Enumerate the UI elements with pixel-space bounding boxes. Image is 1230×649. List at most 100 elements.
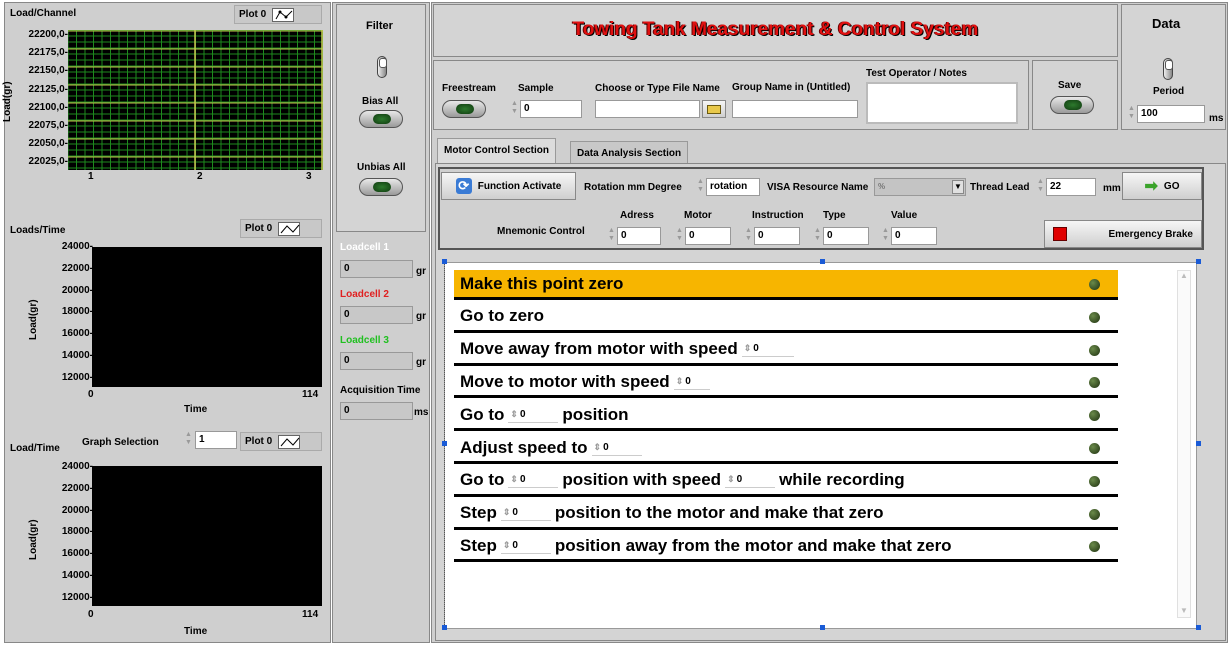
graph-selection-input[interactable]: 1	[195, 431, 237, 449]
load-time-plot-legend[interactable]: Plot 0	[240, 432, 322, 451]
status-led-icon[interactable]	[1089, 475, 1100, 487]
spinner-icon[interactable]: ⇕	[510, 474, 518, 484]
sample-spinner[interactable]: ▲ ▼	[510, 100, 519, 118]
loads-time-graph[interactable]	[92, 247, 322, 387]
filter-toggle[interactable]	[377, 56, 387, 78]
group-name-input[interactable]	[732, 100, 858, 118]
acquisition-time-value: 0	[340, 402, 413, 420]
rotation-select[interactable]: rotation	[706, 178, 760, 196]
command-row[interactable]: Step ⇕ 0 position to the motor and make tha…	[454, 500, 1118, 530]
freestream-button[interactable]	[442, 100, 486, 118]
operator-notes-input[interactable]	[866, 82, 1018, 124]
resize-handle[interactable]	[1196, 259, 1201, 264]
status-led-icon[interactable]	[1089, 410, 1100, 422]
emergency-brake-button[interactable]: Emergency Brake	[1044, 220, 1202, 248]
file-name-input[interactable]	[595, 100, 700, 118]
resize-handle[interactable]	[820, 625, 825, 630]
status-led-icon[interactable]	[1089, 541, 1100, 553]
status-led-icon[interactable]	[1089, 344, 1100, 356]
command-row[interactable]: Step ⇕ 0 position away from the motor and m…	[454, 532, 1118, 563]
command-row[interactable]: Move to motor with speed ⇕ 0	[454, 368, 1118, 399]
command-row[interactable]: Go to ⇕ 0 position with speed ⇕ 0 while record…	[454, 467, 1118, 497]
command-row[interactable]: Make this point zero	[454, 270, 1118, 300]
command-input[interactable]: ⇕ 0	[508, 470, 559, 489]
go-button[interactable]: ➡ GO	[1122, 172, 1202, 200]
instruction-spinner[interactable]: ▲ ▼	[744, 227, 753, 245]
status-led-icon[interactable]	[1089, 279, 1100, 290]
unbias-all-button[interactable]	[359, 178, 403, 196]
resize-handle[interactable]	[442, 259, 447, 264]
status-led-icon[interactable]	[1089, 508, 1100, 520]
value-spinner[interactable]: ▲ ▼	[881, 227, 890, 245]
command-row[interactable]: Move away from motor with speed ⇕ 0	[454, 336, 1118, 366]
command-input[interactable]: ⇕ 0	[673, 371, 710, 390]
command-text: Go to	[460, 470, 505, 490]
command-list-scrollbar[interactable]: ▲ ▼	[1177, 270, 1191, 618]
visa-resource-select[interactable]: % ▼	[874, 178, 966, 196]
status-led-icon[interactable]	[1089, 377, 1100, 389]
tab-data-analysis[interactable]: Data Analysis Section	[570, 141, 689, 164]
status-led-icon[interactable]	[1089, 311, 1100, 323]
period-spinner[interactable]: ▲ ▼	[1127, 105, 1136, 123]
adress-spinner[interactable]: ▲ ▼	[607, 227, 616, 245]
ytick-label: 22075,0-	[28, 120, 68, 131]
resize-handle[interactable]	[1196, 625, 1201, 630]
load-channel-plot-legend[interactable]: Plot 0	[234, 5, 322, 24]
motor-label: Motor	[684, 210, 712, 221]
tab-motor-control[interactable]: Motor Control Section	[437, 138, 556, 164]
type-spinner[interactable]: ▲ ▼	[813, 227, 822, 245]
spinner-icon[interactable]: ⇕	[676, 376, 684, 386]
load-time-xtick: 0	[88, 609, 94, 620]
filter-title: Filter	[366, 20, 393, 32]
command-input-value: 0	[512, 539, 518, 551]
save-button[interactable]	[1050, 96, 1094, 114]
command-input[interactable]: ⇕ 0	[508, 404, 559, 423]
command-input[interactable]: ⇕ 0	[500, 503, 551, 522]
command-text: Adjust speed to	[460, 437, 588, 457]
instruction-input[interactable]: 0	[754, 227, 800, 245]
spinner-icon[interactable]: ⇕	[503, 540, 511, 550]
loads-time-plot-legend[interactable]: Plot 0	[240, 219, 322, 238]
spinner-icon[interactable]: ⇕	[503, 507, 511, 517]
motor-input[interactable]: 0	[685, 227, 731, 245]
thread-lead-spinner[interactable]: ▲ ▼	[1036, 178, 1045, 196]
command-input[interactable]: ⇕ 0	[725, 470, 776, 489]
data-toggle[interactable]	[1163, 58, 1173, 80]
plot-label: Plot 0	[245, 223, 273, 234]
command-text: while recording	[779, 470, 905, 490]
command-input[interactable]: ⇕ 0	[500, 535, 551, 554]
resize-handle[interactable]	[442, 441, 447, 446]
spinner-icon[interactable]: ⇕	[727, 474, 735, 484]
motor-spinner[interactable]: ▲ ▼	[675, 227, 684, 245]
load-time-graph[interactable]	[92, 466, 322, 606]
status-led-icon[interactable]	[1089, 443, 1100, 454]
spinner-icon[interactable]: ⇕	[744, 343, 752, 353]
folder-browse-button[interactable]	[702, 100, 726, 118]
command-input[interactable]: ⇕ 0	[591, 437, 642, 456]
function-activate-button[interactable]: ⟳ Function Activate	[441, 172, 576, 200]
spinner-icon[interactable]: ⇕	[594, 442, 602, 452]
command-text: position with speed	[562, 470, 722, 490]
function-activate-label: Function Activate	[477, 180, 562, 192]
rotation-spinner[interactable]: ▲ ▼	[696, 178, 705, 196]
resize-handle[interactable]	[820, 259, 825, 264]
scroll-up-icon[interactable]: ▲	[1178, 271, 1190, 280]
command-row[interactable]: Adjust speed to ⇕ 0	[454, 434, 1118, 464]
command-row[interactable]: Go to ⇕ 0 position	[454, 401, 1118, 432]
adress-input[interactable]: 0	[617, 227, 661, 245]
command-row[interactable]: Go to zero	[454, 303, 1118, 333]
resize-handle[interactable]	[442, 625, 447, 630]
thread-lead-input[interactable]: 22	[1046, 178, 1096, 196]
scroll-down-icon[interactable]: ▼	[1178, 606, 1190, 615]
loadcell-1-label: Loadcell 1	[340, 242, 389, 253]
command-input[interactable]: ⇕ 0	[741, 339, 794, 358]
load-channel-graph[interactable]	[67, 29, 324, 170]
value-input[interactable]: 0	[891, 227, 937, 245]
spinner-icon[interactable]: ⇕	[510, 409, 518, 419]
graph-selection-spinner[interactable]: ▲ ▼	[184, 431, 193, 449]
type-input[interactable]: 0	[823, 227, 869, 245]
sample-input[interactable]: 0	[520, 100, 582, 118]
bias-all-button[interactable]	[359, 110, 403, 128]
period-input[interactable]: 100	[1137, 105, 1205, 123]
resize-handle[interactable]	[1196, 441, 1201, 446]
